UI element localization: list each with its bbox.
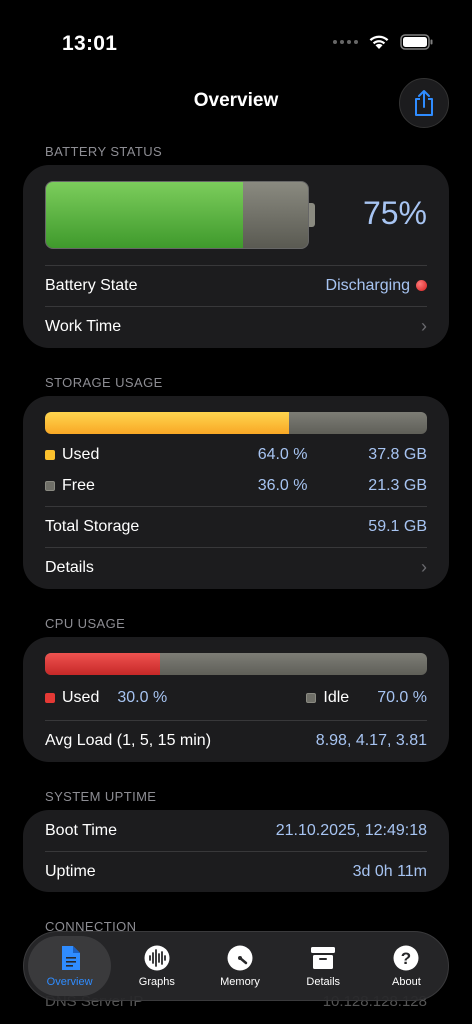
storage-card: Used 64.0 % 37.8 GB Free 36.0 % 21.3 GB …	[23, 396, 449, 589]
storage-free-row: Free 36.0 % 21.3 GB	[45, 475, 427, 497]
cpu-used-label: Used	[62, 689, 100, 706]
tab-details[interactable]: Details	[282, 932, 365, 1000]
storage-section-header: STORAGE USAGE	[45, 375, 163, 390]
cellular-signal-icon	[333, 40, 358, 44]
status-bar: 13:01	[0, 0, 472, 80]
status-icons	[333, 34, 434, 50]
avg-load-row: Avg Load (1, 5, 15 min) 8.98, 4.17, 3.81	[45, 720, 427, 761]
battery-card: 75% Battery State Discharging Work Time …	[23, 165, 449, 348]
gauge-icon	[226, 944, 254, 972]
svg-text:?: ?	[401, 949, 411, 968]
cpu-idle-percent: 70.0 %	[377, 689, 427, 706]
chevron-right-icon: ›	[421, 557, 427, 577]
cpu-section-header: CPU USAGE	[45, 616, 126, 631]
chevron-right-icon: ›	[421, 316, 427, 336]
storage-usage-bar	[45, 412, 427, 434]
tab-label: Overview	[46, 976, 93, 988]
cpu-used-percent: 30.0 %	[117, 689, 168, 706]
tab-label: About	[392, 976, 421, 988]
tab-about[interactable]: ? About	[365, 932, 448, 1000]
document-icon	[56, 944, 84, 972]
uptime-value: 3d 0h 11m	[352, 862, 427, 880]
cpu-legend-row: Used 30.0 % Idle 70.0 %	[45, 687, 427, 709]
uptime-row: Uptime 3d 0h 11m	[45, 851, 427, 892]
battery-state-label: Battery State	[45, 276, 138, 294]
archive-icon	[309, 944, 337, 972]
battery-terminal	[309, 203, 315, 227]
legend-swatch	[306, 693, 317, 703]
status-dot-icon	[416, 280, 427, 291]
tab-label: Graphs	[138, 976, 175, 988]
battery-level-fill	[46, 182, 243, 248]
legend-swatch	[45, 693, 55, 703]
battery-graphic	[45, 181, 317, 249]
question-icon: ?	[392, 944, 420, 972]
boot-time-row: Boot Time 21.10.2025, 12:49:18	[45, 810, 427, 851]
tab-bar: Overview Graphs Memory Details ? About	[23, 931, 449, 1001]
tab-graphs[interactable]: Graphs	[115, 932, 198, 1000]
share-button[interactable]	[399, 78, 449, 128]
storage-free-percent: 36.0 %	[257, 477, 308, 494]
tab-label: Memory	[220, 976, 260, 988]
avg-load-label: Avg Load (1, 5, 15 min)	[45, 731, 212, 749]
boot-time-value: 21.10.2025, 12:49:18	[275, 821, 427, 839]
battery-percent: 75%	[362, 195, 427, 231]
battery-section-header: BATTERY STATUS	[45, 144, 163, 159]
uptime-section-header: SYSTEM UPTIME	[45, 789, 157, 804]
storage-free-size: 21.3 GB	[368, 477, 427, 494]
uptime-card: Boot Time 21.10.2025, 12:49:18 Uptime 3d…	[23, 810, 449, 892]
storage-used-percent: 64.0 %	[257, 446, 308, 463]
share-icon	[415, 90, 433, 116]
work-time-row[interactable]: Work Time ›	[45, 306, 427, 347]
storage-used-size: 37.8 GB	[368, 446, 427, 463]
storage-details-label: Details	[45, 558, 94, 576]
tab-label: Details	[306, 976, 341, 988]
battery-icon	[400, 34, 433, 50]
storage-used-row: Used 64.0 % 37.8 GB	[45, 444, 427, 466]
cpu-usage-bar	[45, 653, 427, 675]
cpu-card: Used 30.0 % Idle 70.0 % Avg Load (1, 5, …	[23, 637, 449, 762]
total-storage-label: Total Storage	[45, 517, 140, 535]
cpu-idle-label: Idle	[323, 689, 350, 706]
storage-used-fill	[45, 412, 290, 434]
legend-swatch	[45, 481, 55, 491]
status-time: 13:01	[62, 32, 118, 55]
uptime-label: Uptime	[45, 862, 96, 880]
legend-swatch	[45, 450, 55, 460]
boot-time-label: Boot Time	[45, 821, 118, 839]
storage-free-label: Free	[62, 477, 95, 494]
cpu-used-fill	[45, 653, 160, 675]
total-storage-row: Total Storage 59.1 GB	[45, 506, 427, 547]
storage-used-label: Used	[62, 446, 100, 463]
total-storage-value: 59.1 GB	[368, 517, 427, 535]
tab-overview[interactable]: Overview	[28, 936, 112, 996]
wifi-icon	[369, 35, 389, 49]
waveform-icon	[143, 944, 171, 972]
avg-load-value: 8.98, 4.17, 3.81	[315, 731, 427, 749]
work-time-label: Work Time	[45, 317, 122, 335]
battery-state-row: Battery State Discharging	[45, 265, 427, 306]
storage-details-row[interactable]: Details ›	[45, 547, 427, 588]
battery-state-value: Discharging	[325, 276, 410, 294]
tab-memory[interactable]: Memory	[198, 932, 281, 1000]
